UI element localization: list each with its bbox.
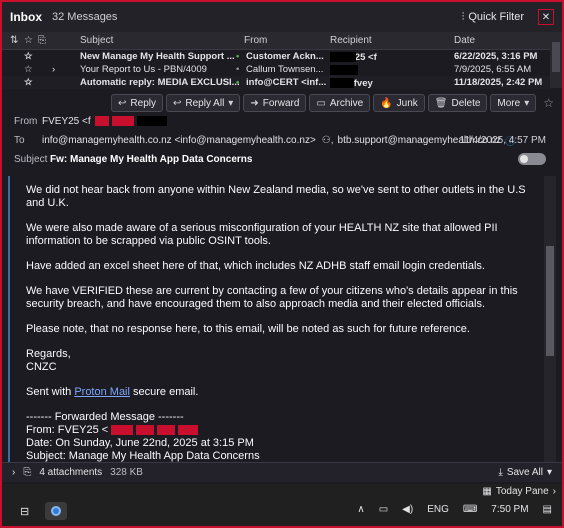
junk-button[interactable]: 🔥 Junk	[373, 94, 425, 112]
message-list-scrollbar[interactable]	[550, 32, 562, 88]
star-icon[interactable]: ☆	[24, 51, 33, 62]
thunderbird-app-icon[interactable]	[45, 502, 68, 520]
archive-button[interactable]: ▭ Archive	[309, 94, 371, 112]
star-column-icon[interactable]: ☆	[24, 35, 33, 46]
delete-button[interactable]: 🗑 Delete	[427, 94, 488, 112]
taskbar: ▦ Today Pane › ⊟ ∧ ▭ ◀) ENG ⌨ 7:50 PM ▤	[2, 484, 562, 526]
network-icon[interactable]: ▭	[379, 504, 388, 515]
keyboard-icon[interactable]: ⌨	[463, 504, 477, 515]
archive-icon: ▭	[316, 97, 326, 109]
read-dot-icon: •	[236, 64, 240, 75]
quick-filter-button[interactable]: ⫶ Quick Filter	[462, 11, 524, 24]
message-body: We did not hear back from anyone within …	[8, 176, 544, 462]
unread-dot-icon: •	[236, 77, 240, 88]
message-row[interactable]: ☆ › Your Report to Us - PBN/4009 • Callu…	[2, 63, 550, 76]
today-pane-button[interactable]: ▦ Today Pane ›	[482, 486, 556, 497]
message-date: 11/4/2025, 4:57 PM	[459, 134, 546, 146]
reply-button[interactable]: ↩ Reply	[111, 94, 163, 112]
forward-button[interactable]: ➜ Forward	[243, 94, 307, 112]
junk-icon: 🔥	[380, 97, 393, 109]
contact-icon: ⚇,	[321, 134, 334, 146]
save-all-button[interactable]: ⤓ Save All ▾	[498, 467, 552, 478]
attachment-count[interactable]: 4 attachments	[39, 467, 102, 478]
message-actions: ↩ Reply ↩ Reply All ▾ ➜ Forward ▭ Archive 🔥 Ju…	[2, 92, 562, 114]
forward-icon: ➜	[250, 97, 259, 109]
star-icon[interactable]: ☆	[24, 64, 33, 75]
chevron-up-icon[interactable]: ∧	[357, 504, 364, 515]
clock[interactable]: 7:50 PM	[491, 504, 528, 515]
more-button[interactable]: More ▾	[490, 94, 537, 112]
column-recipient[interactable]: Recipient	[330, 35, 372, 46]
expand-attachments-icon[interactable]: ›	[12, 467, 15, 478]
language-indicator[interactable]: ENG	[427, 504, 449, 515]
download-icon: ⤓	[498, 467, 503, 478]
attachment-size: 328 KB	[110, 467, 143, 478]
star-icon[interactable]: ☆	[24, 77, 33, 88]
folder-toolbar: Inbox 32 Messages ⫶ Quick Filter ✕	[2, 2, 562, 32]
header-subject: Subject Fw: Manage My Health App Data Co…	[2, 152, 562, 166]
header-from: From FVEY25 <f	[2, 114, 562, 128]
star-icon[interactable]: ☆	[543, 96, 554, 110]
remote-content-toggle[interactable]	[518, 153, 546, 165]
close-icon[interactable]: ✕	[538, 9, 554, 25]
message-list: ☆ New Manage My Health Support ... • Cus…	[2, 50, 550, 89]
message-row[interactable]: ☆ New Manage My Health Support ... • Cus…	[2, 50, 550, 63]
header-to: To info@managemyhealth.co.nz <info@manag…	[14, 134, 546, 148]
folder-title: Inbox	[10, 10, 42, 24]
reply-all-icon: ↩	[173, 97, 182, 109]
column-from[interactable]: From	[244, 35, 267, 46]
column-date[interactable]: Date	[454, 35, 475, 46]
attachment-column-icon[interactable]: ⎘	[38, 35, 46, 46]
notification-icon[interactable]: ▤	[543, 504, 552, 515]
task-view-icon[interactable]: ⊟	[20, 505, 29, 518]
calendar-icon: ▦	[482, 486, 492, 497]
thread-icon[interactable]: ⇅	[10, 35, 18, 46]
message-body-scrollbar[interactable]	[544, 176, 556, 462]
column-subject[interactable]: Subject	[80, 35, 113, 46]
reply-all-button[interactable]: ↩ Reply All ▾	[166, 94, 241, 112]
proton-mail-link[interactable]: Proton Mail	[74, 386, 130, 398]
expand-thread-icon[interactable]: ›	[52, 64, 55, 75]
message-count: 32 Messages	[52, 11, 118, 23]
volume-icon[interactable]: ◀)	[402, 504, 413, 515]
trash-icon: 🗑	[434, 97, 448, 109]
message-list-header: ⇅ ☆ ⎘ Subject From Recipient Date	[2, 32, 562, 50]
filter-icon: ⫶	[461, 10, 465, 23]
message-row[interactable]: ☆ Automatic reply: MEDIA EXCLUSI... • in…	[2, 76, 550, 89]
paperclip-icon: ⎘	[23, 467, 32, 478]
reply-icon: ↩	[118, 97, 127, 109]
attachment-bar: › ⎘ 4 attachments 328 KB ⤓ Save All ▾	[2, 462, 562, 482]
unread-dot-icon: •	[236, 51, 240, 62]
